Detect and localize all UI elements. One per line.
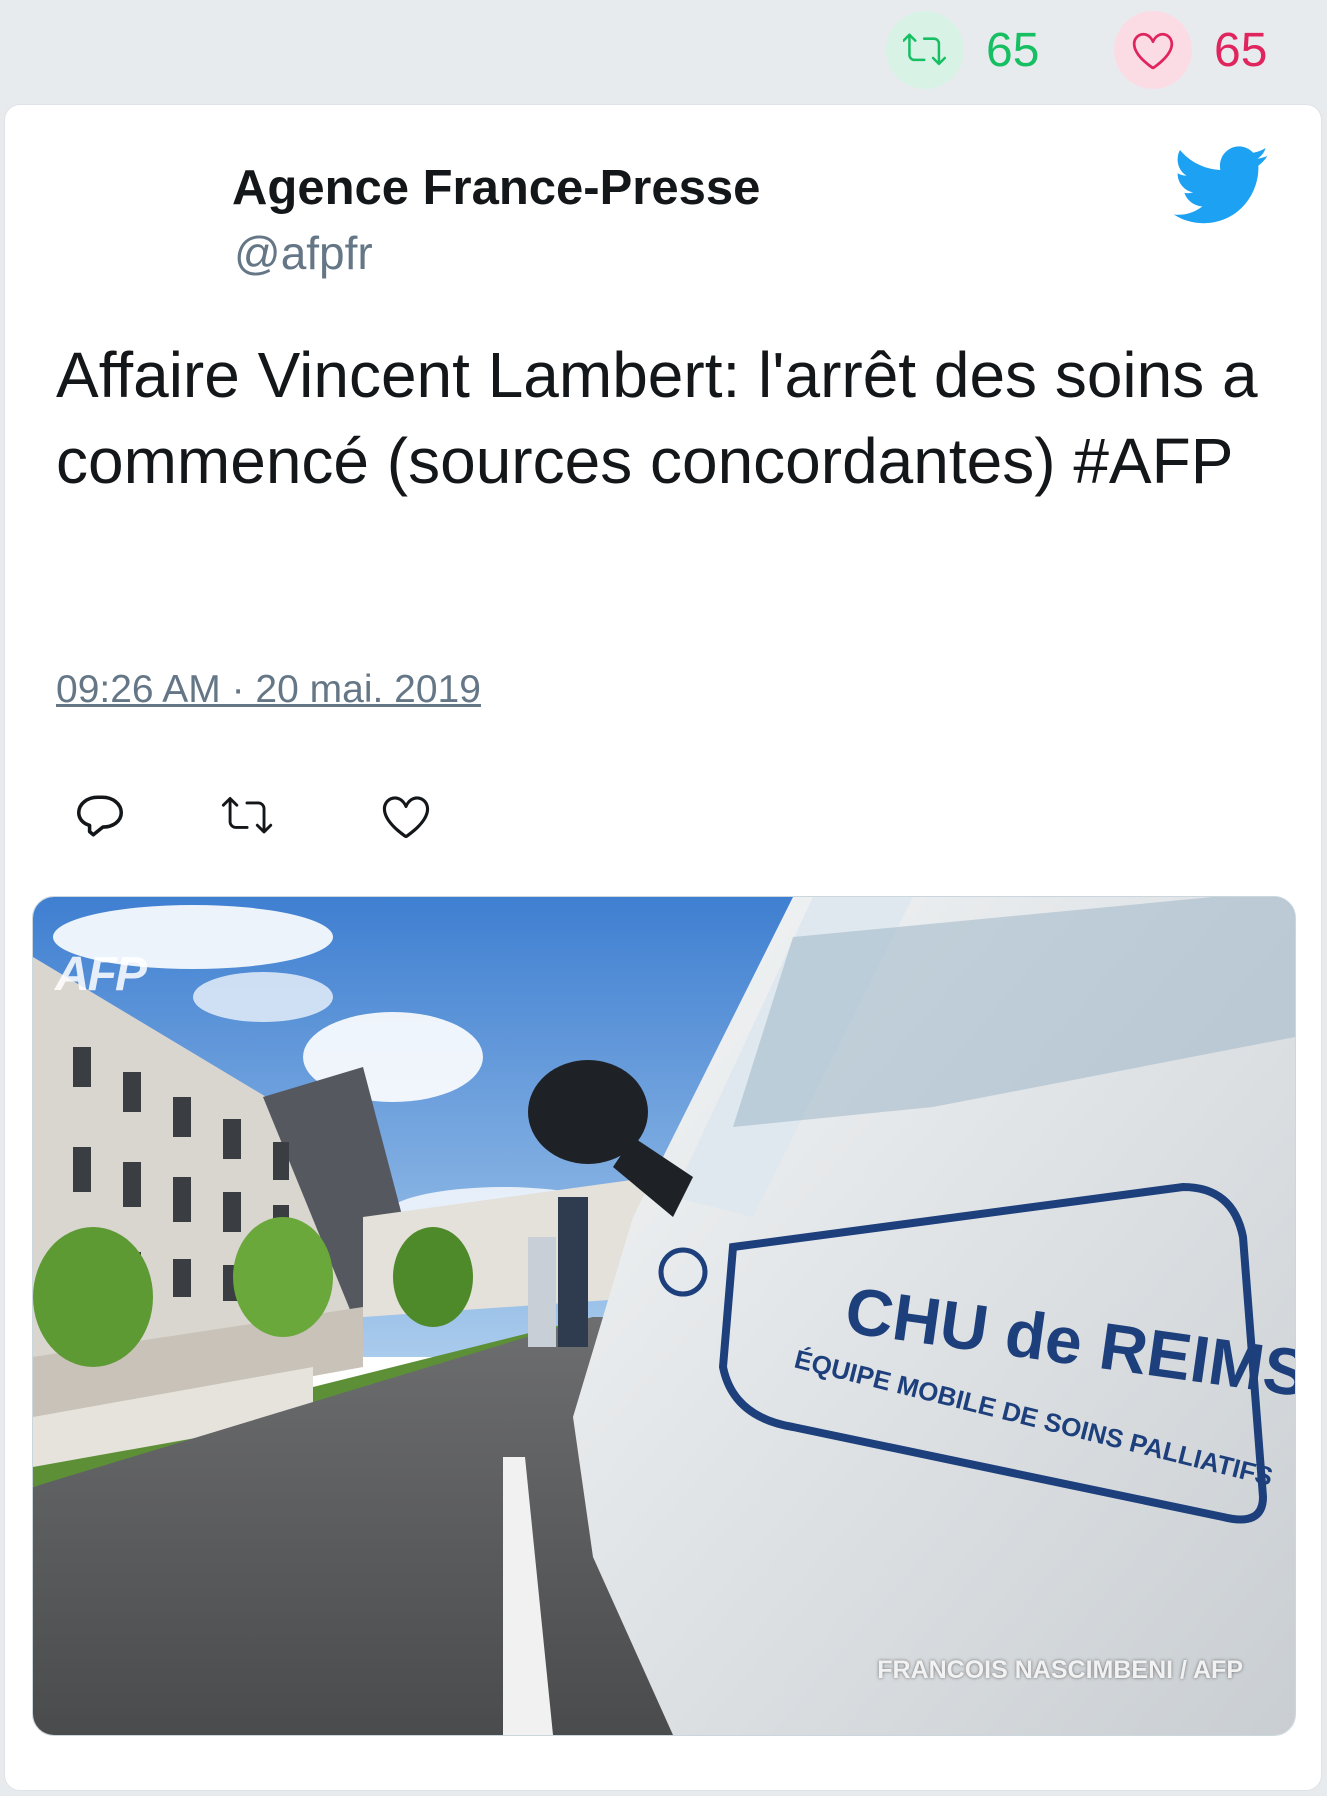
author-handle[interactable]: @afpfr [234, 226, 373, 280]
photo-credit: FRANCOIS NASCIMBENI / AFP [877, 1656, 1243, 1684]
retweet-stat[interactable]: 65 [886, 11, 1040, 89]
retweet-action-icon[interactable] [218, 786, 278, 846]
author-name[interactable]: Agence France-Presse [232, 160, 760, 216]
tweet-timestamp[interactable]: 09:26 AM · 20 mai. 2019 [56, 668, 481, 712]
heart-icon[interactable] [1114, 11, 1192, 89]
reply-icon[interactable] [70, 786, 130, 846]
retweet-icon[interactable] [886, 11, 964, 89]
photo-illustration: CHU de REIMS ÉQUIPE MOBILE DE SOINS PALL… [33, 897, 1295, 1735]
retweet-count: 65 [986, 23, 1040, 77]
like-stat[interactable]: 65 [1114, 11, 1268, 89]
twitter-bird-icon[interactable] [1173, 146, 1270, 231]
tweet-stats-bar: 65 65 [0, 0, 1327, 100]
like-action-icon[interactable] [376, 786, 436, 846]
tweet-photo[interactable]: CHU de REIMS ÉQUIPE MOBILE DE SOINS PALL… [32, 896, 1296, 1736]
like-count: 65 [1214, 23, 1268, 77]
afp-watermark: AFP [55, 948, 147, 1001]
tweet-text: Affaire Vincent Lambert: l'arrêt des soi… [56, 339, 1258, 497]
